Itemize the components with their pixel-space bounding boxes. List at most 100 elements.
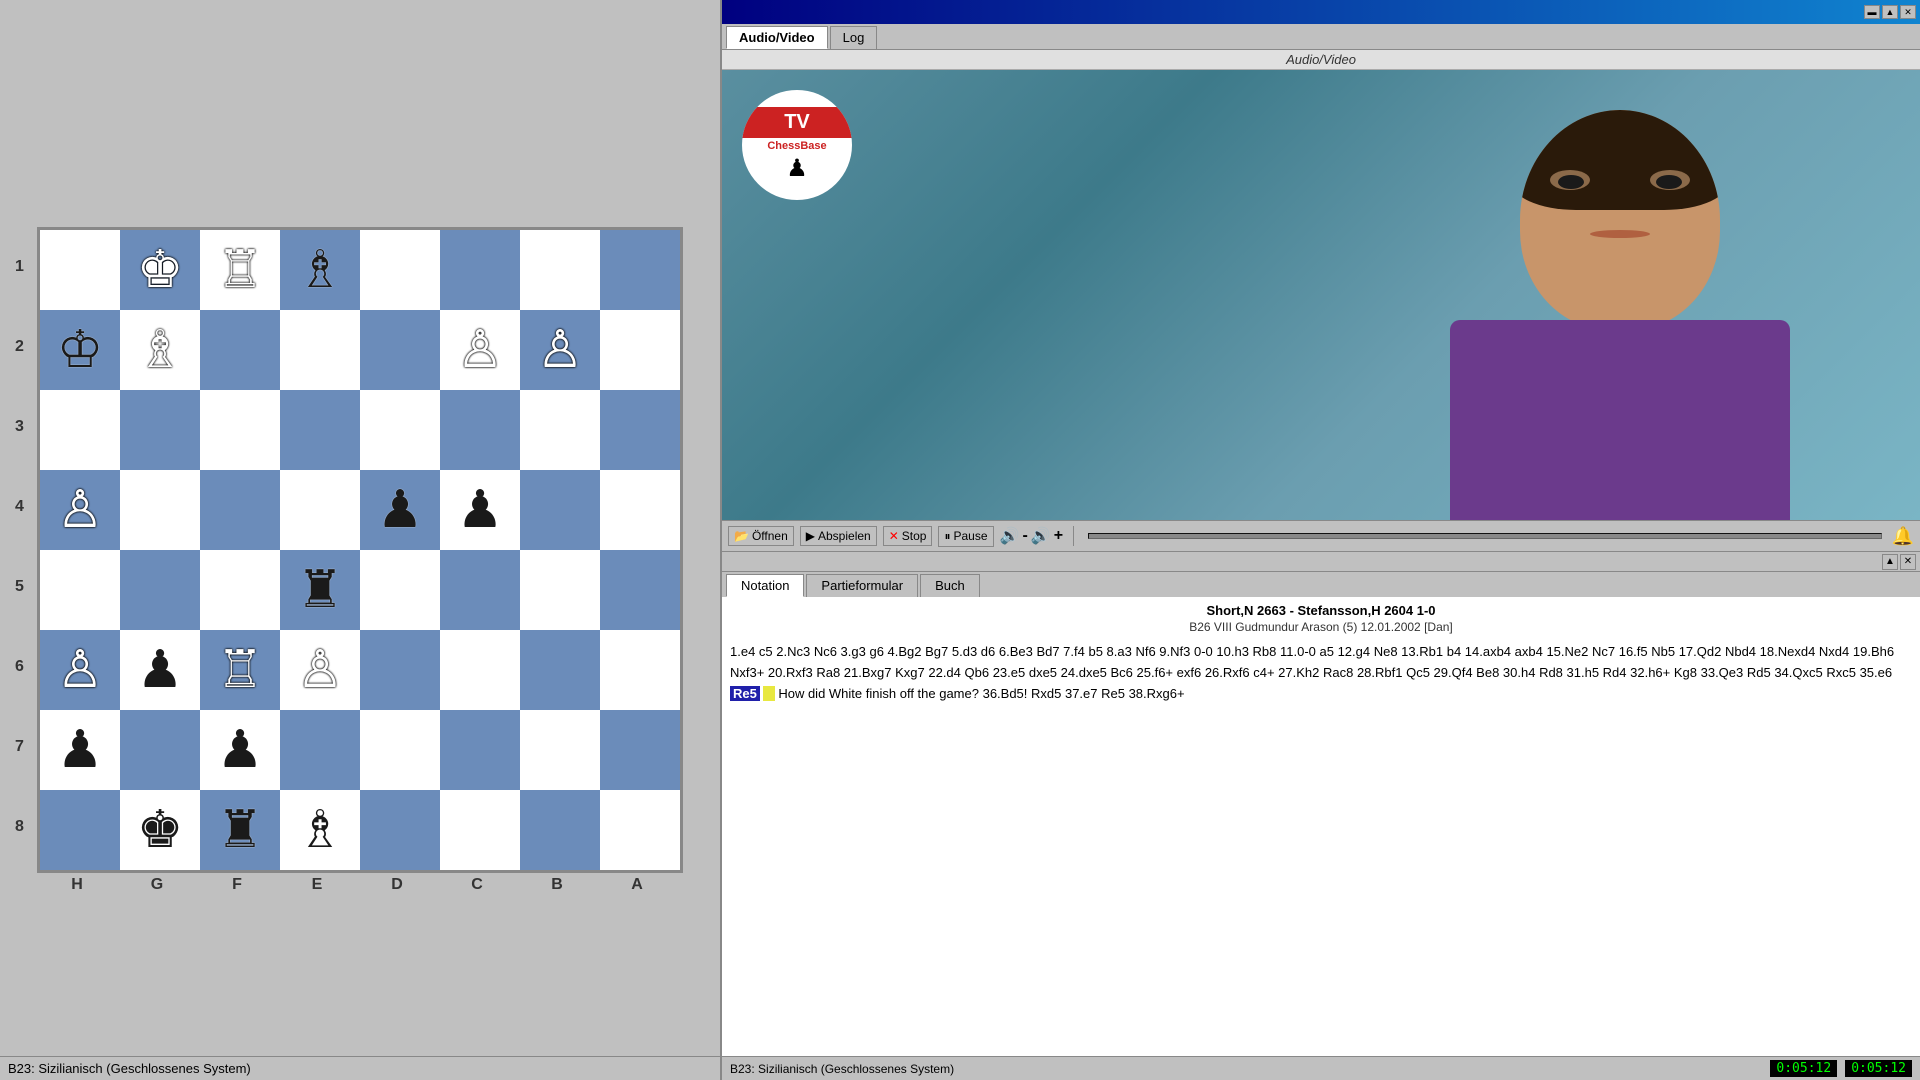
close-button[interactable]: ✕ [1900, 5, 1916, 19]
cell-a6[interactable] [600, 630, 680, 710]
cell-g4[interactable] [120, 470, 200, 550]
cell-f4[interactable] [200, 470, 280, 550]
cell-a8[interactable] [600, 790, 680, 870]
cell-d6[interactable] [360, 630, 440, 710]
av-label: Audio/Video [1286, 52, 1356, 67]
notation-panel: ▲ ✕ Notation Partieformular Buch Short,N… [722, 552, 1920, 1080]
cell-d7[interactable] [360, 710, 440, 790]
cell-b2[interactable]: ♙ [520, 310, 600, 390]
cell-f1[interactable]: ♖ [200, 230, 280, 310]
vol-up-btn[interactable]: + [1054, 527, 1063, 545]
chess-board[interactable]: ♚ ♖ ♗ ♔ ♗ ♙ ♙ [37, 227, 683, 873]
cell-a5[interactable] [600, 550, 680, 630]
cell-c6[interactable] [440, 630, 520, 710]
cell-d5[interactable] [360, 550, 440, 630]
cell-h1[interactable] [40, 230, 120, 310]
notation-scroll-up[interactable]: ▲ [1882, 554, 1898, 570]
piece-h6: ♙ [57, 644, 104, 696]
cell-g6[interactable]: ♟ [120, 630, 200, 710]
cell-g5[interactable] [120, 550, 200, 630]
cell-c7[interactable] [440, 710, 520, 790]
pause-button[interactable]: ⏸ Pause [938, 526, 993, 547]
cell-e5[interactable]: ♜ [280, 550, 360, 630]
cell-b1[interactable] [520, 230, 600, 310]
cell-h5[interactable] [40, 550, 120, 630]
volume-control[interactable]: 🔊 - 🔊 + [1000, 526, 1064, 546]
cell-g8[interactable]: ♚ [120, 790, 200, 870]
cell-g3[interactable] [120, 390, 200, 470]
top-tabs: Audio/Video Log [722, 24, 1920, 50]
tab-audio-video[interactable]: Audio/Video [726, 26, 828, 49]
annotator: [Dan] [1424, 620, 1453, 634]
cell-h6[interactable]: ♙ [40, 630, 120, 710]
cell-g1[interactable]: ♚ [120, 230, 200, 310]
maximize-button[interactable]: ▲ [1882, 5, 1898, 19]
cell-f8[interactable]: ♜ [200, 790, 280, 870]
opening-info: B23: Sizilianisch (Geschlossenes System) [730, 1062, 954, 1076]
cell-b7[interactable] [520, 710, 600, 790]
cell-a1[interactable] [600, 230, 680, 310]
cell-b6[interactable] [520, 630, 600, 710]
rank-2: 2 [15, 307, 24, 387]
notation-title-bar: ▲ ✕ [722, 552, 1920, 572]
cell-f3[interactable] [200, 390, 280, 470]
cell-c1[interactable] [440, 230, 520, 310]
cell-d4[interactable]: ♟ [360, 470, 440, 550]
rank-3: 3 [15, 387, 24, 467]
tab-partieformular[interactable]: Partieformular [806, 574, 918, 597]
notation-close[interactable]: ✕ [1900, 554, 1916, 570]
cell-b8[interactable] [520, 790, 600, 870]
cell-e2[interactable] [280, 310, 360, 390]
person-shirt [1450, 320, 1790, 520]
cell-h7[interactable]: ♟ [40, 710, 120, 790]
play-button[interactable]: ▶ Abspielen [800, 526, 877, 546]
cell-a2[interactable] [600, 310, 680, 390]
cell-c4[interactable]: ♟ [440, 470, 520, 550]
tab-log[interactable]: Log [830, 26, 878, 49]
stop-button[interactable]: ✕ Stop [883, 526, 933, 546]
cell-a4[interactable] [600, 470, 680, 550]
cell-c3[interactable] [440, 390, 520, 470]
cell-g2[interactable]: ♗ [120, 310, 200, 390]
cell-e1[interactable]: ♗ [280, 230, 360, 310]
cell-d2[interactable] [360, 310, 440, 390]
tab-notation[interactable]: Notation [726, 574, 804, 597]
cell-h4[interactable]: ♙ [40, 470, 120, 550]
piece-f6: ♖ [217, 644, 264, 696]
open-button[interactable]: 📂 Öffnen [728, 526, 794, 546]
cell-c8[interactable] [440, 790, 520, 870]
cell-h8[interactable] [40, 790, 120, 870]
cell-e8[interactable]: ♗ [280, 790, 360, 870]
cell-a7[interactable] [600, 710, 680, 790]
cell-e4[interactable] [280, 470, 360, 550]
cell-b5[interactable] [520, 550, 600, 630]
cell-h3[interactable] [40, 390, 120, 470]
cell-f6[interactable]: ♖ [200, 630, 280, 710]
minimize-button[interactable]: ▬ [1864, 5, 1880, 19]
vol-down-btn[interactable]: - [1022, 527, 1027, 545]
av-label-bar: Audio/Video [722, 50, 1920, 70]
cell-d3[interactable] [360, 390, 440, 470]
elapsed-time: 0:05:12 [1770, 1060, 1837, 1077]
cell-e7[interactable] [280, 710, 360, 790]
cell-c5[interactable] [440, 550, 520, 630]
notation-content[interactable]: Short,N 2663 - Stefansson,H 2604 1-0 B26… [722, 597, 1920, 1056]
cell-f2[interactable] [200, 310, 280, 390]
cell-b3[interactable] [520, 390, 600, 470]
bottom-status-bar: B23: Sizilianisch (Geschlossenes System)… [722, 1056, 1920, 1080]
piece-e1: ♗ [297, 244, 344, 296]
cell-c2[interactable]: ♙ [440, 310, 520, 390]
cell-g7[interactable] [120, 710, 200, 790]
cell-d8[interactable] [360, 790, 440, 870]
cell-e6[interactable]: ♙ [280, 630, 360, 710]
cell-e3[interactable] [280, 390, 360, 470]
right-panel: ▬ ▲ ✕ Audio/Video Log Audio/Video TV Che… [720, 0, 1920, 1080]
cell-a3[interactable] [600, 390, 680, 470]
cell-f5[interactable] [200, 550, 280, 630]
cell-b4[interactable] [520, 470, 600, 550]
cell-d1[interactable] [360, 230, 440, 310]
progress-bar[interactable] [1088, 533, 1882, 539]
cell-h2[interactable]: ♔ [40, 310, 120, 390]
tab-buch[interactable]: Buch [920, 574, 980, 597]
cell-f7[interactable]: ♟ [200, 710, 280, 790]
